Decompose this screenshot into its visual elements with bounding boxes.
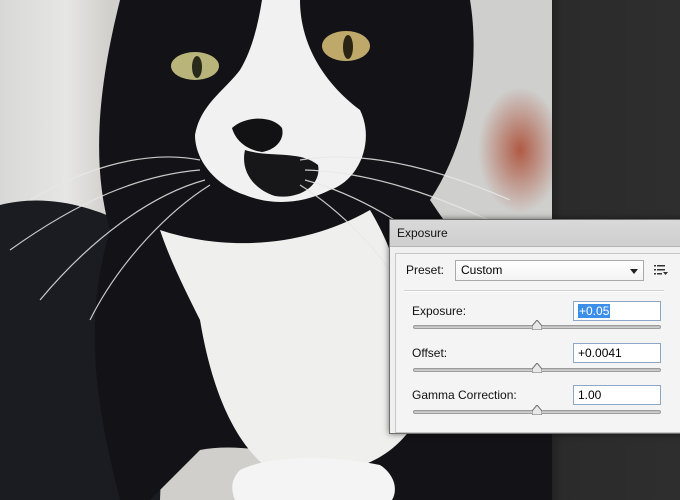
offset-slider-thumb[interactable] <box>532 363 542 373</box>
gamma-input[interactable]: 1.00 <box>573 385 661 405</box>
preset-value: Custom <box>461 263 503 277</box>
exposure-label: Exposure: <box>412 304 467 318</box>
preset-label: Preset: <box>406 263 445 277</box>
separator <box>404 290 664 292</box>
dialog-content: Preset: Custom Exposure: +0.05 Offset: +… <box>395 253 680 433</box>
offset-input[interactable]: +0.0041 <box>573 343 661 363</box>
gamma-value: 1.00 <box>578 388 602 402</box>
offset-value: +0.0041 <box>578 346 622 360</box>
exposure-input[interactable]: +0.05 <box>573 301 661 321</box>
exposure-value: +0.05 <box>578 304 611 318</box>
dialog-titlebar[interactable]: Exposure <box>390 220 680 247</box>
offset-label: Offset: <box>412 346 448 360</box>
list-menu-icon[interactable] <box>654 264 668 276</box>
exposure-slider-thumb[interactable] <box>532 320 542 330</box>
preset-select[interactable]: Custom <box>455 260 644 281</box>
dialog-title: Exposure <box>397 226 448 240</box>
chevron-down-icon <box>630 269 638 274</box>
gamma-label: Gamma Correction: <box>412 388 517 402</box>
gamma-slider-thumb[interactable] <box>532 405 542 415</box>
exposure-dialog: Exposure Preset: Custom Exposure: +0.05 … <box>389 219 680 434</box>
